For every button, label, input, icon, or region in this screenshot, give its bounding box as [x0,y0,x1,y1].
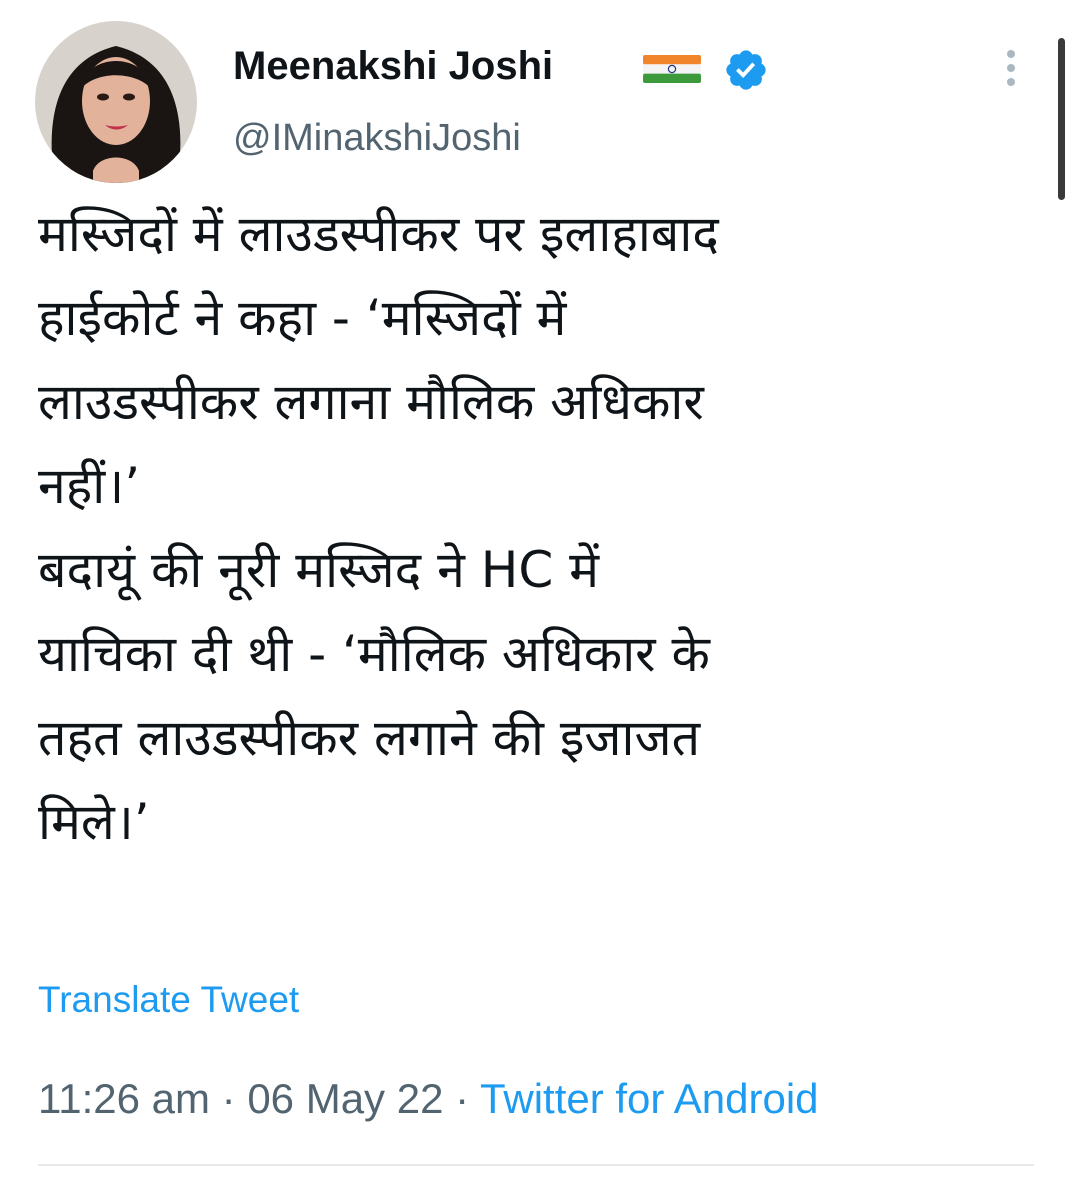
avatar[interactable] [35,21,197,183]
tweet-text-line: याचिका दी थी - ‘मौलिक अधिकार के [38,625,710,683]
author-handle[interactable]: @IMinakshiJoshi [233,113,521,163]
india-flag-icon [643,55,701,83]
divider [38,1164,1034,1166]
tweet-text-line: हाईकोर्ट ने कहा - ‘मस्जिदों में [38,289,567,347]
tweet-meta: 11:26 am · 06 May 22 · Twitter for Andro… [38,1072,819,1126]
verified-badge-icon [726,50,766,90]
meta-separator: · [210,1075,248,1122]
tweet-text-line: बदायूं की नूरी मस्जिद ने HC में [38,541,600,599]
tweet-time[interactable]: 11:26 am [38,1075,210,1122]
tweet-text-line: लाउडस्पीकर लगाना मौलिक अधिकार [38,373,704,431]
tweet-text-line: मिले।’ [38,793,150,851]
translate-tweet-link[interactable]: Translate Tweet [38,975,299,1025]
more-options-icon[interactable] [996,47,1026,89]
tweet-date[interactable]: 06 May 22 [247,1075,443,1122]
tweet-text-line: मस्जिदों में लाउडस्पीकर पर इलाहाबाद [38,205,719,263]
tweet-text: मस्जिदों में लाउडस्पीकर पर इलाहाबाद हाईक… [38,192,1048,864]
meta-separator: · [443,1075,481,1122]
scrollbar[interactable] [1058,38,1065,200]
tweet-text-line: नहीं।’ [38,457,141,515]
tweet-text-line: तहत लाउडस्पीकर लगाने की इजाजत [38,709,701,767]
author-display-name[interactable]: Meenakshi Joshi [233,40,553,92]
avatar-photo [35,21,197,183]
tweet-source-link[interactable]: Twitter for Android [480,1075,818,1122]
